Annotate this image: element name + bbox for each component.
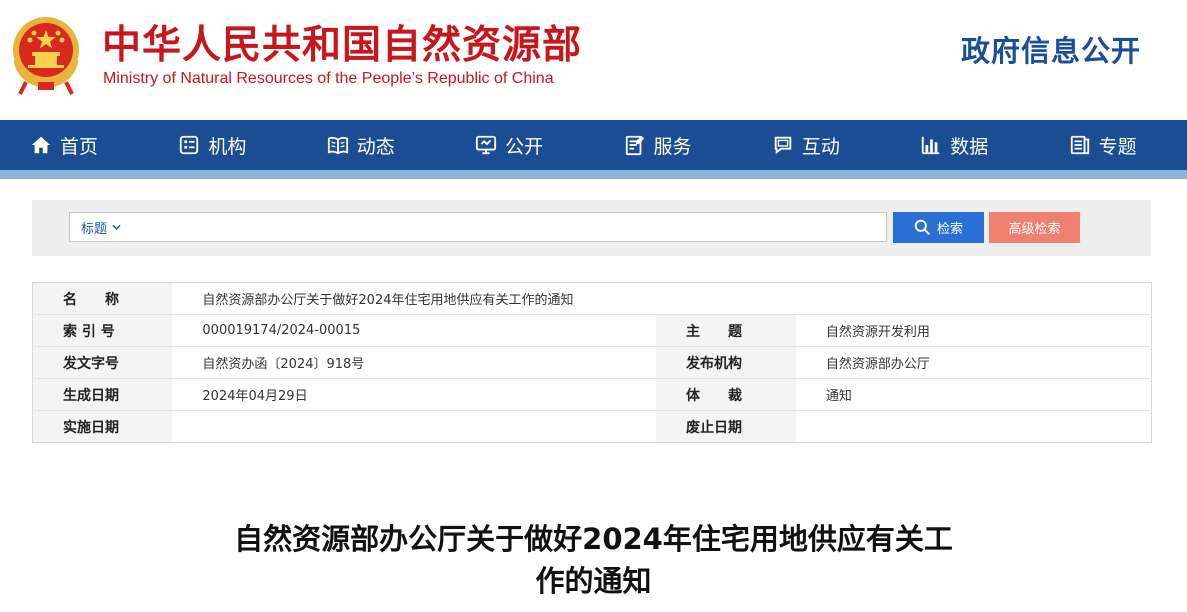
- article-title: 自然资源部办公厅关于做好2024年住宅用地供应有关工 作的通知: [0, 518, 1187, 602]
- search-button[interactable]: 检索: [893, 212, 984, 243]
- site-title-en: Ministry of Natural Resources of the Peo…: [103, 70, 554, 87]
- chat-icon: [772, 134, 794, 156]
- gov-info-title[interactable]: 政府信息公开: [961, 28, 1141, 70]
- chevron-down-icon: [112, 222, 121, 233]
- document-info-table: 名 称 自然资源部办公厅关于做好2024年住宅用地供应有关工作的通知 索 引 号…: [32, 282, 1152, 443]
- nav-item-data[interactable]: 数据: [890, 120, 1038, 170]
- topic-icon: [1069, 134, 1091, 156]
- nav-item-org[interactable]: 机构: [148, 120, 296, 170]
- subject-label: 主 题: [655, 314, 796, 347]
- advanced-search-button[interactable]: 高级检索: [989, 212, 1080, 243]
- docno-label: 发文字号: [32, 346, 173, 379]
- table-row: 生成日期 2024年04月29日 体 裁 通知: [32, 378, 1152, 411]
- effective-date-label: 实施日期: [32, 410, 173, 443]
- nav-stripe: [0, 170, 1187, 179]
- name-label: 名 称: [32, 282, 173, 315]
- book-icon: [327, 134, 349, 156]
- nav-item-topic[interactable]: 专题: [1039, 120, 1187, 170]
- search-button-label: 检索: [936, 221, 963, 236]
- article-title-line2: 作的通知: [535, 564, 652, 598]
- monitor-icon: [475, 134, 497, 156]
- org-icon: [178, 134, 200, 156]
- nav-item-label: 服务: [653, 135, 692, 158]
- nav-item-label: 数据: [950, 135, 989, 158]
- home-icon: [30, 134, 52, 156]
- nav-item-news[interactable]: 动态: [297, 120, 445, 170]
- nav-item-label: 专题: [1098, 135, 1137, 158]
- table-row: 实施日期 废止日期: [32, 410, 1152, 443]
- genre-label: 体 裁: [655, 378, 796, 411]
- docno-value: 自然资办函〔2024〕918号: [172, 346, 656, 379]
- search-scope-label: 标题: [81, 221, 108, 237]
- search-input[interactable]: [121, 213, 886, 241]
- nav-item-label: 机构: [208, 135, 247, 158]
- search-scope-select[interactable]: 标题: [70, 213, 121, 241]
- search-area: 标题 检索 高级检索: [32, 200, 1151, 256]
- nav-item-label: 首页: [60, 135, 99, 158]
- index-label: 索 引 号: [32, 314, 173, 347]
- nav-item-open[interactable]: 公开: [445, 120, 593, 170]
- date-label: 生成日期: [32, 378, 173, 411]
- advanced-search-label: 高级检索: [1008, 221, 1061, 236]
- nav-item-service[interactable]: 服务: [594, 120, 742, 170]
- search-box: 标题: [69, 212, 887, 242]
- national-emblem-icon: [8, 10, 84, 96]
- site-header: 中华人民共和国自然资源部 Ministry of Natural Resourc…: [0, 0, 1187, 120]
- nav-item-label: 公开: [505, 135, 544, 158]
- site-title-cn: 中华人民共和国自然资源部: [102, 23, 583, 68]
- table-row: 索 引 号 000019174/2024-00015 主 题 自然资源开发利用: [32, 314, 1152, 347]
- subject-value: 自然资源开发利用: [795, 314, 1152, 347]
- effective-date-value: [172, 411, 656, 443]
- document-edit-icon: [624, 134, 646, 156]
- nav-item-label: 动态: [356, 135, 395, 158]
- index-value: 000019174/2024-00015: [172, 314, 656, 347]
- date-value: 2024年04月29日: [172, 378, 656, 411]
- expiry-date-value: [796, 411, 1152, 443]
- table-row: 发文字号 自然资办函〔2024〕918号 发布机构 自然资源部办公厅: [32, 346, 1152, 379]
- table-row: 名 称 自然资源部办公厅关于做好2024年住宅用地供应有关工作的通知: [32, 282, 1152, 315]
- name-value: 自然资源部办公厅关于做好2024年住宅用地供应有关工作的通知: [172, 282, 1152, 315]
- search-icon: [914, 219, 931, 236]
- bar-chart-icon: [920, 134, 942, 156]
- expiry-date-label: 废止日期: [655, 410, 796, 443]
- nav-item-label: 互动: [801, 135, 840, 158]
- nav-item-interact[interactable]: 互动: [742, 120, 890, 170]
- publisher-label: 发布机构: [655, 346, 796, 379]
- nav-item-home[interactable]: 首页: [0, 120, 148, 170]
- publisher-value: 自然资源部办公厅: [795, 346, 1152, 379]
- main-nav: 首页 机构 动态 公开 服务 互动 数据 专题: [0, 120, 1187, 170]
- article-title-line1: 自然资源部办公厅关于做好2024年住宅用地供应有关工: [234, 522, 953, 556]
- genre-value: 通知: [795, 378, 1152, 411]
